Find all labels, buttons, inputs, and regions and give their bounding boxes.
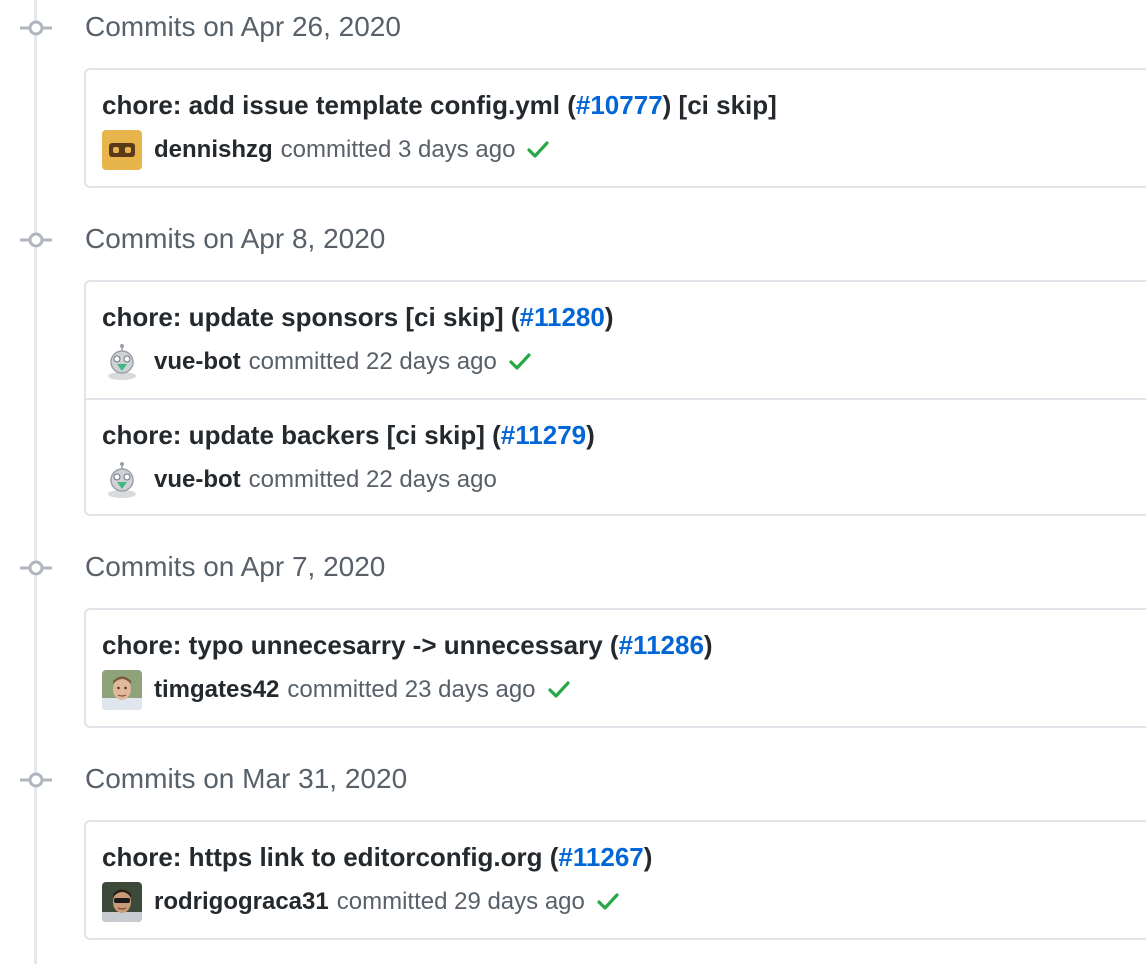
commit-message[interactable]: chore: update sponsors [ci skip] (#11280… bbox=[102, 302, 614, 333]
commit-row: chore: update sponsors [ci skip] (#11280… bbox=[86, 282, 1146, 398]
commit-group-header: Commits on Apr 8, 2020 bbox=[0, 212, 1146, 268]
commit-meta: rodrigograca31 committed 29 days ago bbox=[102, 882, 621, 922]
commit-group-header: Commits on Apr 26, 2020 bbox=[0, 0, 1146, 56]
commit-meta: vue-bot committed 22 days ago bbox=[102, 460, 507, 500]
success-check-icon[interactable] bbox=[525, 137, 551, 163]
commit-list: chore: update sponsors [ci skip] (#11280… bbox=[84, 280, 1146, 516]
commit-group: Commits on Mar 31, 2020 bbox=[0, 752, 1146, 808]
commit-author-link[interactable]: dennishzg bbox=[154, 136, 273, 164]
commit-message-suffix[interactable]: ) bbox=[704, 630, 713, 660]
timeline-line bbox=[34, 0, 37, 964]
rodrigograca31-avatar[interactable] bbox=[102, 882, 142, 922]
commit-row: chore: add issue template config.yml (#1… bbox=[86, 70, 1146, 186]
commit-message[interactable]: chore: update backers [ci skip] (#11279) bbox=[102, 420, 595, 451]
commit-group: Commits on Apr 26, 2020 bbox=[0, 0, 1146, 56]
commit-time: committed 22 days ago bbox=[248, 466, 497, 493]
commit-meta: timgates42 committed 23 days ago bbox=[102, 670, 572, 710]
git-commit-icon bbox=[20, 230, 52, 250]
commit-time: committed 23 days ago bbox=[287, 676, 536, 703]
commit-message[interactable]: chore: add issue template config.yml (#1… bbox=[102, 90, 777, 121]
vue-bot-avatar[interactable] bbox=[102, 342, 142, 382]
timgates42-avatar[interactable] bbox=[102, 670, 142, 710]
success-check-icon[interactable] bbox=[507, 349, 533, 375]
commit-message-text[interactable]: chore: update sponsors [ci skip] ( bbox=[102, 302, 520, 332]
commit-time: committed 3 days ago bbox=[280, 136, 516, 163]
pull-request-link[interactable]: #11279 bbox=[501, 420, 586, 450]
commit-time: committed 29 days ago bbox=[336, 888, 585, 915]
commit-meta: vue-bot committed 22 days ago bbox=[102, 342, 533, 382]
commit-message-suffix[interactable]: ) bbox=[644, 842, 653, 872]
pull-request-link[interactable]: #11286 bbox=[619, 630, 704, 660]
pull-request-link[interactable]: #11280 bbox=[520, 302, 605, 332]
commit-group: Commits on Apr 8, 2020 bbox=[0, 212, 1146, 268]
commit-row: chore: typo unnecesarry -> unnecessary (… bbox=[86, 610, 1146, 726]
pull-request-link[interactable]: #10777 bbox=[576, 90, 663, 120]
commit-group-title: Commits on Apr 26, 2020 bbox=[85, 11, 401, 42]
commit-message-suffix[interactable]: ) bbox=[605, 302, 614, 332]
commit-group-header: Commits on Apr 7, 2020 bbox=[0, 540, 1146, 596]
commit-group: Commits on Apr 7, 2020 bbox=[0, 540, 1146, 596]
pull-request-link[interactable]: #11267 bbox=[558, 842, 643, 872]
commit-message-suffix[interactable]: ) bbox=[586, 420, 595, 450]
commit-time: committed 22 days ago bbox=[248, 348, 497, 375]
commit-message[interactable]: chore: https link to editorconfig.org (#… bbox=[102, 842, 652, 873]
git-commit-icon bbox=[20, 770, 52, 790]
commit-list: chore: https link to editorconfig.org (#… bbox=[84, 820, 1146, 940]
success-check-icon[interactable] bbox=[546, 677, 572, 703]
commit-group-title: Commits on Mar 31, 2020 bbox=[85, 763, 408, 794]
commit-message-text[interactable]: chore: https link to editorconfig.org ( bbox=[102, 842, 558, 872]
commit-message[interactable]: chore: typo unnecesarry -> unnecessary (… bbox=[102, 630, 713, 661]
commit-meta: dennishzg committed 3 days ago bbox=[102, 130, 551, 170]
commit-author-link[interactable]: rodrigograca31 bbox=[154, 888, 329, 916]
commit-message-text[interactable]: chore: update backers [ci skip] ( bbox=[102, 420, 501, 450]
git-commit-icon bbox=[20, 558, 52, 578]
commit-row: chore: update backers [ci skip] (#11279)… bbox=[86, 398, 1146, 514]
commit-group-title: Commits on Apr 7, 2020 bbox=[85, 551, 386, 582]
commit-author-link[interactable]: timgates42 bbox=[154, 676, 279, 704]
commit-group-title: Commits on Apr 8, 2020 bbox=[85, 223, 386, 254]
commit-list: chore: typo unnecesarry -> unnecessary (… bbox=[84, 608, 1146, 728]
commit-message-text[interactable]: chore: typo unnecesarry -> unnecessary ( bbox=[102, 630, 619, 660]
commit-message-text[interactable]: chore: add issue template config.yml ( bbox=[102, 90, 576, 120]
git-commit-icon bbox=[20, 18, 52, 38]
vue-bot-avatar[interactable] bbox=[102, 460, 142, 500]
commit-group-header: Commits on Mar 31, 2020 bbox=[0, 752, 1146, 808]
commit-message-suffix[interactable]: ) [ci skip] bbox=[663, 90, 777, 120]
dennishzg-avatar[interactable] bbox=[102, 130, 142, 170]
success-check-icon[interactable] bbox=[595, 889, 621, 915]
commit-author-link[interactable]: vue-bot bbox=[154, 348, 241, 376]
commit-row: chore: https link to editorconfig.org (#… bbox=[86, 822, 1146, 938]
commit-list: chore: add issue template config.yml (#1… bbox=[84, 68, 1146, 188]
commit-author-link[interactable]: vue-bot bbox=[154, 466, 241, 494]
